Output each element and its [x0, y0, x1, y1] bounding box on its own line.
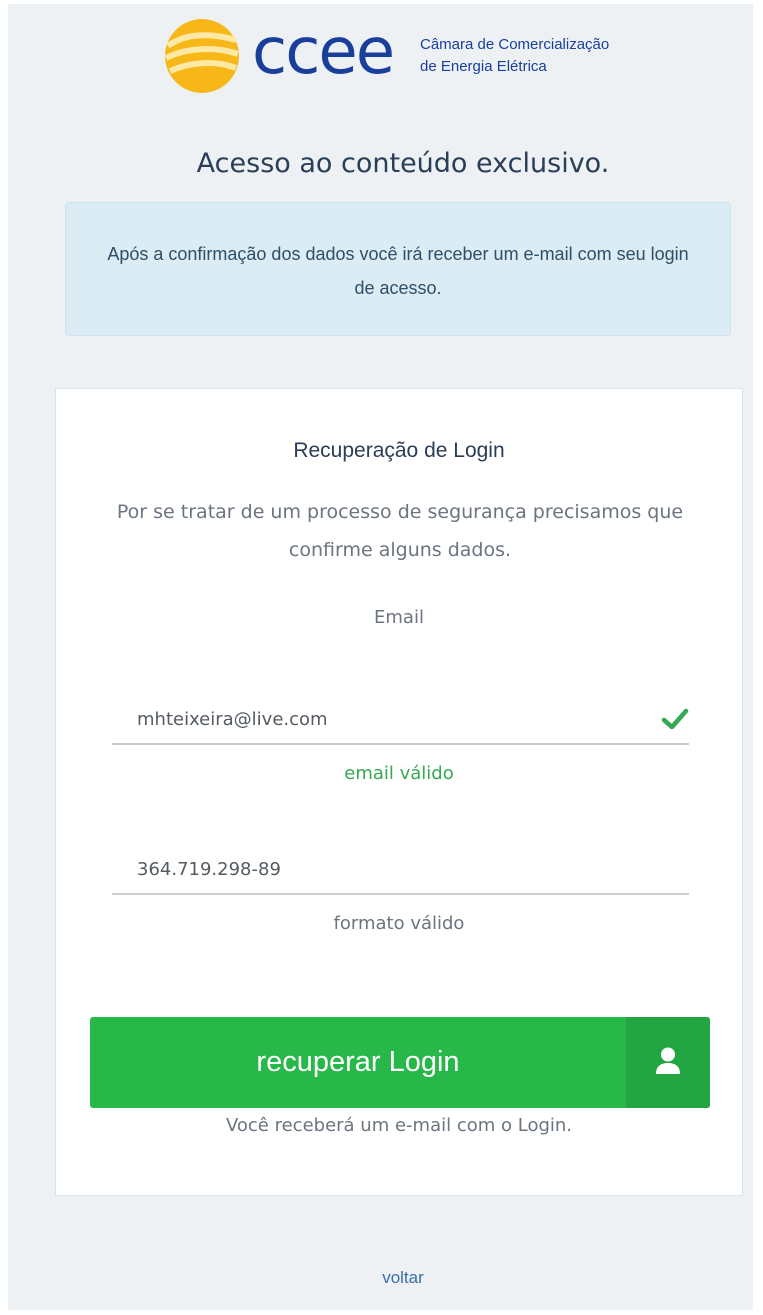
ccee-logo: ccee Câmara de Comercialização de Energi…: [164, 15, 644, 96]
user-icon-box: [626, 1017, 710, 1108]
cpf-input[interactable]: [112, 847, 637, 891]
card-title: Recuperação de Login: [293, 439, 505, 462]
cpf-format-hint: formato válido: [333, 913, 465, 934]
info-alert: Após a confirmação dos dados você irá re…: [65, 202, 731, 336]
card-description: Por se tratar de um processo de seguranç…: [116, 501, 684, 561]
email-valid-hint: email válido: [344, 763, 454, 784]
logo-tagline: Câmara de Comercialização de Energia Elé…: [420, 34, 609, 78]
page-title: Acesso ao conteúdo exclusivo.: [196, 148, 610, 179]
submit-note: Você receberá um e-mail com o Login.: [225, 1115, 573, 1136]
back-link[interactable]: voltar: [8, 1268, 763, 1288]
email-field-wrapper: [112, 697, 689, 745]
page-background: ccee Câmara de Comercialização de Energi…: [8, 4, 753, 1310]
logo-tagline-line1: Câmara de Comercialização: [420, 36, 610, 53]
logo-wordmark: ccee: [252, 15, 395, 89]
cpf-field-wrapper: [112, 847, 689, 895]
recover-login-label: recuperar Login: [256, 1046, 460, 1078]
login-recovery-card: Recuperação de Login Por se tratar de um…: [55, 388, 743, 1196]
email-label: Email: [374, 607, 424, 628]
logo-tagline-line2: de Energia Elétrica: [420, 58, 547, 75]
check-icon: [661, 708, 689, 730]
recover-login-button[interactable]: recuperar Login: [90, 1017, 710, 1108]
email-input[interactable]: [112, 697, 637, 741]
user-icon: [656, 1047, 680, 1074]
sun-logo-icon: [164, 19, 239, 93]
